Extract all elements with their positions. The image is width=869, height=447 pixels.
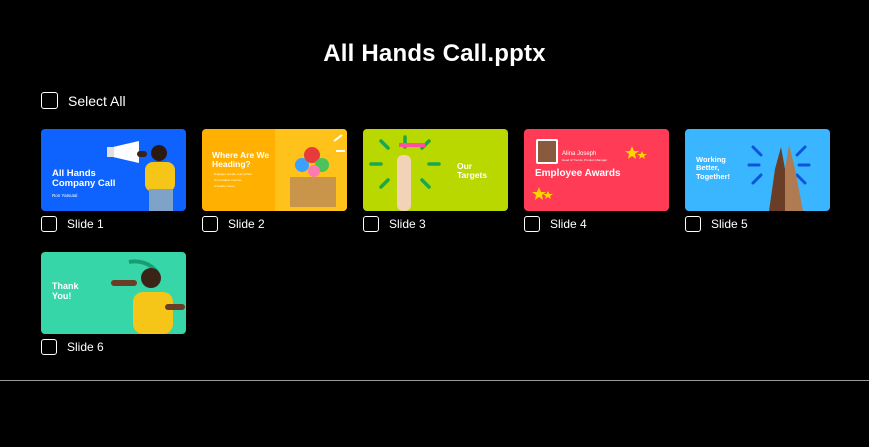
- slide-picker-dialog: All Hands Call.pptx Select All All Hands…: [0, 0, 869, 447]
- slide-2-label: Slide 2: [228, 217, 265, 231]
- divider-line: [0, 380, 869, 381]
- slide-2-title: Where Are We Heading?: [212, 150, 270, 170]
- slide-thumbnail-5[interactable]: Working Better, Together!: [685, 129, 830, 211]
- slide-2-bullet-1: Engaged people everywhere: [214, 172, 253, 176]
- slide-thumbnail-1[interactable]: All Hands Company Call Ron Yatsutal: [41, 129, 186, 211]
- select-all-label: Select All: [68, 92, 126, 109]
- slide-5-label: Slide 5: [711, 217, 748, 231]
- slide-6-checkbox[interactable]: [41, 339, 57, 355]
- slide-thumbnail-4[interactable]: Alina Joseph Head of Trends, Product Man…: [524, 129, 669, 211]
- slide-5-title: Working Better, Together!: [696, 155, 731, 181]
- slide-4-checkbox[interactable]: [524, 216, 540, 232]
- slide-5-checkbox[interactable]: [685, 216, 701, 232]
- balloons-box-photo: [275, 129, 347, 211]
- slide-4-label: Slide 4: [550, 217, 587, 231]
- slide-card-3: Our Targets Slide 3: [363, 129, 508, 252]
- slide-5-select-row[interactable]: Slide 5: [685, 216, 830, 232]
- slide-4-title: Employee Awards: [535, 168, 621, 179]
- slide-3-checkbox[interactable]: [363, 216, 379, 232]
- file-title: All Hands Call.pptx: [323, 40, 546, 67]
- slide-3-label: Slide 3: [389, 217, 426, 231]
- slide-1-subtitle: Ron Yatsutal: [52, 193, 78, 198]
- slide-1-checkbox[interactable]: [41, 216, 57, 232]
- slide-2-bullet-2: An invitation improve: [214, 178, 242, 182]
- slide-1-label: Slide 1: [67, 217, 104, 231]
- slide-thumbnail-3[interactable]: Our Targets: [363, 129, 508, 211]
- slide-6-label: Slide 6: [67, 340, 104, 354]
- slide-4-name: Alina Joseph: [562, 151, 597, 157]
- slides-grid: All Hands Company Call Ron Yatsutal Slid…: [41, 129, 831, 375]
- slide-card-4: Alina Joseph Head of Trends, Product Man…: [524, 129, 669, 252]
- slide-2-select-row[interactable]: Slide 2: [202, 216, 347, 232]
- slide-6-select-row[interactable]: Slide 6: [41, 339, 186, 355]
- slide-card-1: All Hands Company Call Ron Yatsutal Slid…: [41, 129, 186, 252]
- slide-1-title: All Hands Company Call: [52, 168, 116, 190]
- slide-card-5: Working Better, Together! Slide 5: [685, 129, 830, 252]
- select-all-checkbox[interactable]: [41, 92, 58, 109]
- select-all-row[interactable]: Select All: [41, 92, 126, 109]
- slide-card-6: Thank You! Slide 6: [41, 252, 186, 375]
- slide-3-title: Our Targets: [457, 161, 488, 181]
- slide-4-select-row[interactable]: Slide 4: [524, 216, 669, 232]
- slide-thumbnail-2[interactable]: Where Are We Heading? Engaged people eve…: [202, 129, 347, 211]
- slide-1-select-row[interactable]: Slide 1: [41, 216, 186, 232]
- slide-3-select-row[interactable]: Slide 3: [363, 216, 508, 232]
- slide-thumbnail-6[interactable]: Thank You!: [41, 252, 186, 334]
- slide-2-checkbox[interactable]: [202, 216, 218, 232]
- slide-card-2: Where Are We Heading? Engaged people eve…: [202, 129, 347, 252]
- slide-2-bullet-3: A healthy future: [214, 184, 235, 188]
- slide-6-title: Thank You!: [52, 281, 79, 301]
- slide-4-role: Head of Trends, Product Manager: [562, 158, 608, 162]
- megaphone-icon: [107, 141, 147, 163]
